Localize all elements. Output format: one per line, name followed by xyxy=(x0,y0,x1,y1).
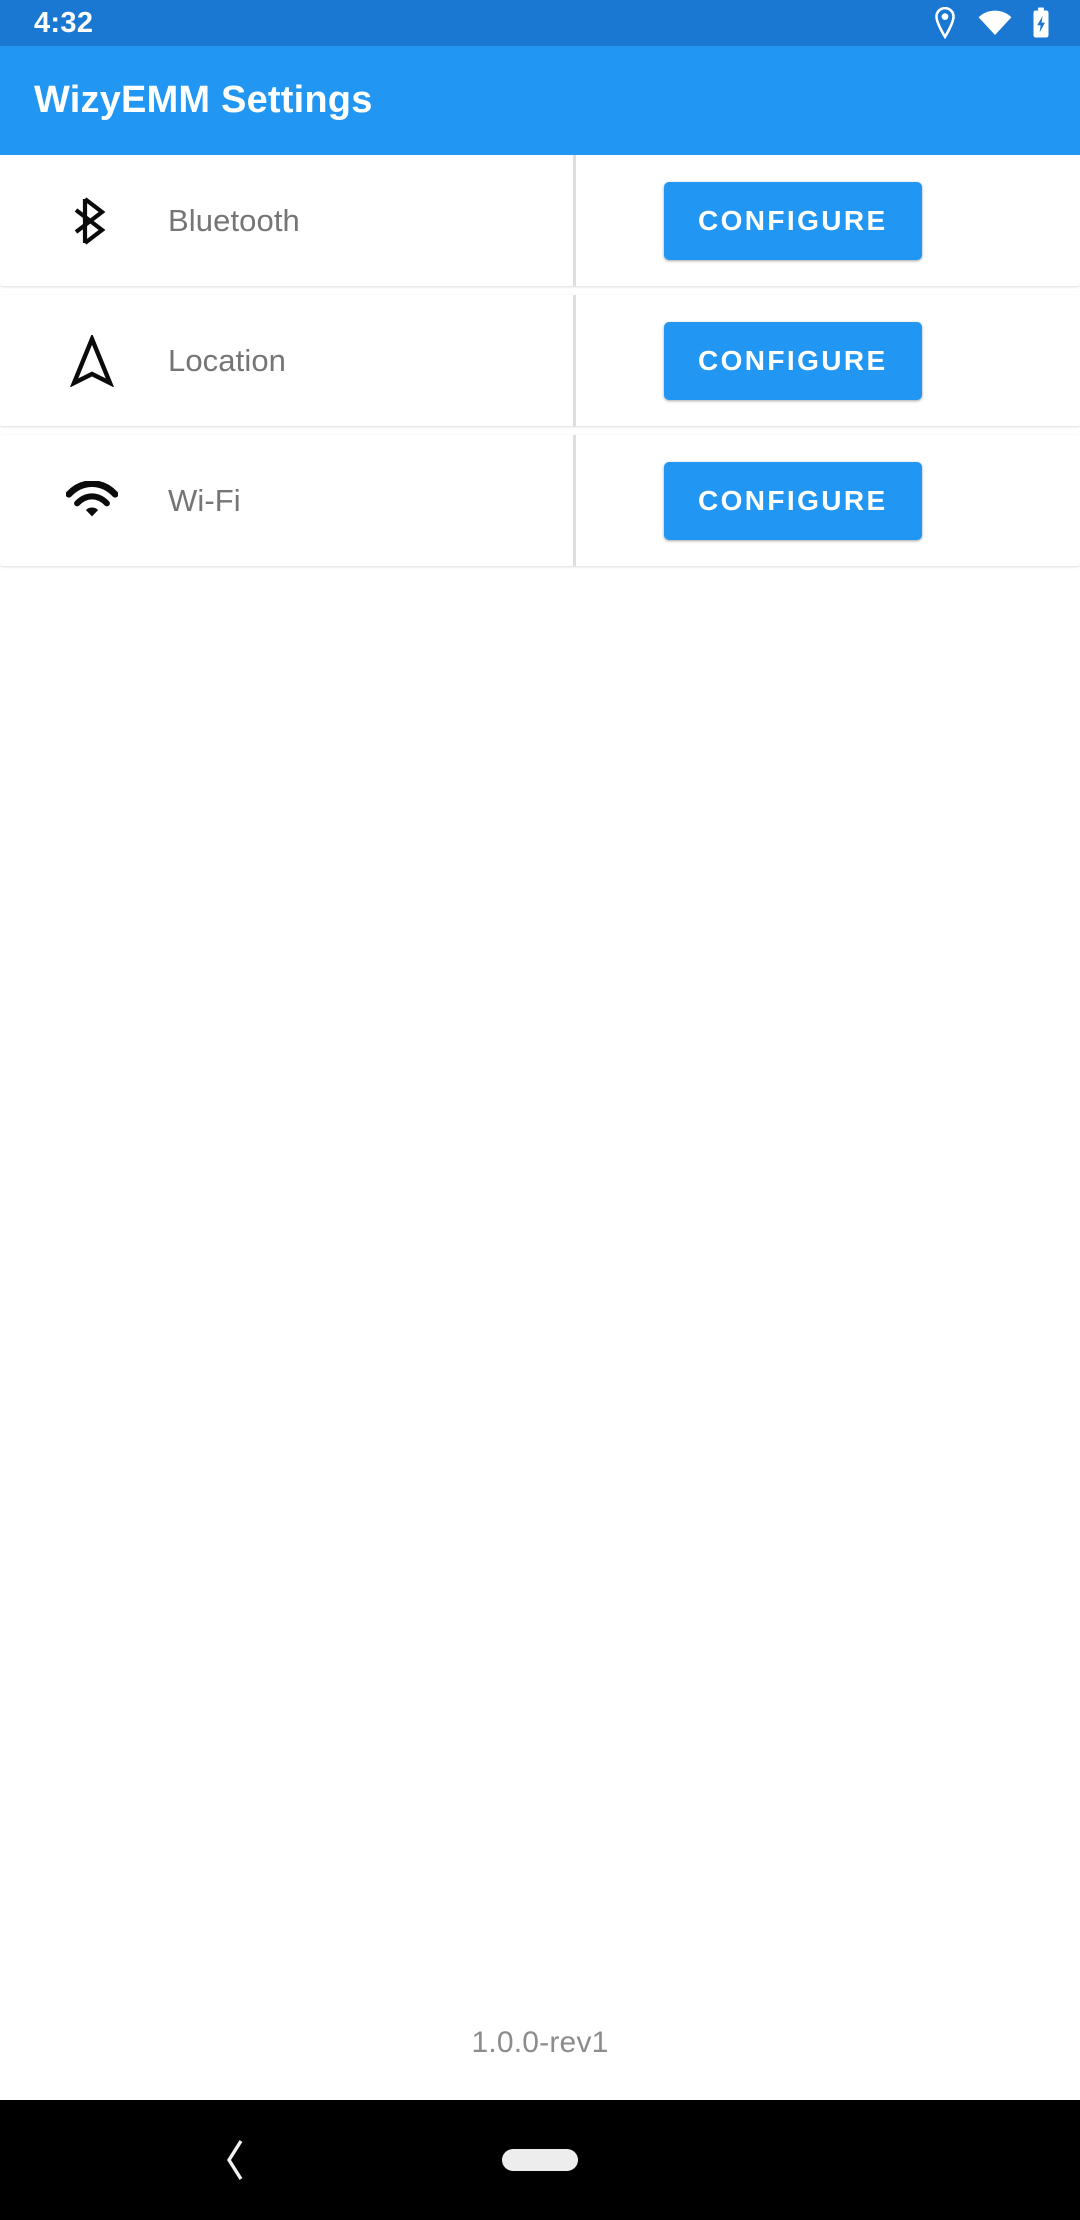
page-title: WizyEMM Settings xyxy=(34,79,373,121)
wifi-icon xyxy=(66,475,118,527)
setting-row-wifi-info: Wi-Fi xyxy=(0,435,573,566)
app-bar: WizyEMM Settings xyxy=(0,46,1080,155)
location-arrow-icon xyxy=(66,334,118,387)
home-pill-indicator[interactable] xyxy=(502,2149,578,2171)
setting-row-location-info: Location xyxy=(0,295,573,426)
settings-card-list: Bluetooth CONFIGURE Location CONFIGURE W… xyxy=(0,155,1080,575)
setting-row-bluetooth-label: Bluetooth xyxy=(168,202,300,238)
system-navigation-bar xyxy=(0,2100,1080,2220)
wifi-icon xyxy=(978,10,1012,36)
status-bar-clock: 4:32 xyxy=(34,6,94,39)
setting-row-wifi-action: CONFIGURE xyxy=(576,435,1080,566)
bluetooth-icon xyxy=(66,195,118,247)
configure-button-location[interactable]: CONFIGURE xyxy=(664,321,922,400)
phone-screen: 4:32 WizyEMM Settings Bluetooth CONFIGUR… xyxy=(0,0,1080,2220)
location-icon xyxy=(932,7,958,39)
status-bar: 4:32 xyxy=(0,0,1080,46)
configure-button-wifi[interactable]: CONFIGURE xyxy=(664,461,922,540)
setting-row-location[interactable]: Location CONFIGURE xyxy=(0,295,1080,426)
chevron-left-icon[interactable] xyxy=(205,2130,265,2190)
configure-button-bluetooth[interactable]: CONFIGURE xyxy=(664,181,922,260)
setting-row-bluetooth-info: Bluetooth xyxy=(0,155,573,286)
app-version-label: 1.0.0-rev1 xyxy=(471,2026,609,2059)
settings-content: Bluetooth CONFIGURE Location CONFIGURE W… xyxy=(0,155,1080,2100)
setting-row-bluetooth[interactable]: Bluetooth CONFIGURE xyxy=(0,155,1080,286)
setting-row-wifi-label: Wi-Fi xyxy=(168,482,241,518)
setting-row-bluetooth-action: CONFIGURE xyxy=(576,155,1080,286)
status-bar-icons xyxy=(932,7,1050,39)
setting-row-location-label: Location xyxy=(168,342,287,378)
setting-row-location-action: CONFIGURE xyxy=(576,295,1080,426)
battery-charging-icon xyxy=(1032,7,1050,39)
setting-row-wifi[interactable]: Wi-Fi CONFIGURE xyxy=(0,435,1080,566)
